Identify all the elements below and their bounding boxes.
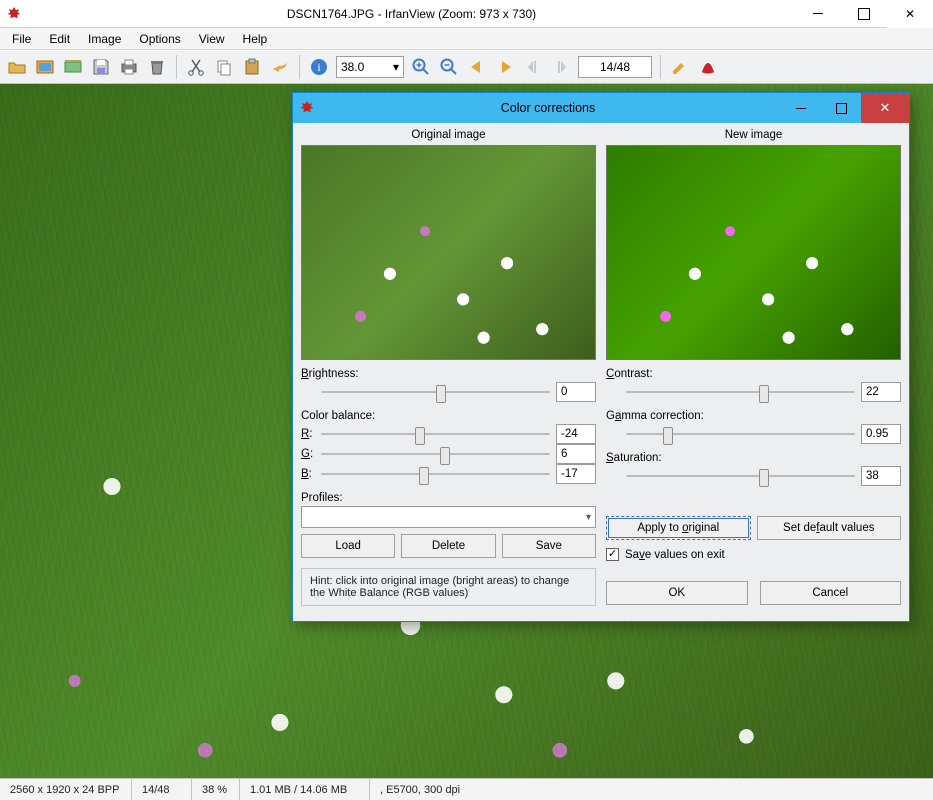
dialog-titlebar[interactable]: Color corrections: [293, 93, 909, 123]
load-button[interactable]: Load: [301, 534, 395, 558]
r-input[interactable]: [556, 424, 596, 444]
window-title: DSCN1764.JPG - IrfanView (Zoom: 973 x 73…: [28, 7, 795, 21]
b-slider[interactable]: [321, 465, 550, 483]
ok-button[interactable]: OK: [606, 581, 748, 605]
defaults-button[interactable]: Set default values: [757, 516, 902, 540]
contrast-label: Contrast:: [606, 368, 901, 380]
original-preview[interactable]: [301, 145, 596, 360]
brightness-slider[interactable]: [321, 383, 550, 401]
dialog-title: Color corrections: [315, 101, 781, 115]
brightness-input[interactable]: [556, 382, 596, 402]
menu-view[interactable]: View: [191, 30, 233, 48]
b-label: B:: [301, 468, 315, 480]
dialog-icon: [299, 100, 315, 116]
open-icon[interactable]: [6, 56, 28, 78]
chevron-down-icon: ▾: [586, 512, 591, 523]
saturation-input[interactable]: [861, 466, 901, 486]
zoom-value: 38.0: [341, 60, 364, 74]
cut-icon[interactable]: [185, 56, 207, 78]
profiles-label: Profiles:: [301, 492, 596, 504]
gamma-label: Gamma correction:: [606, 410, 901, 422]
g-input[interactable]: [556, 444, 596, 464]
chevron-down-icon: ▾: [393, 60, 399, 74]
dialog-minimize-button[interactable]: [781, 93, 821, 123]
save-button[interactable]: Save: [502, 534, 596, 558]
new-header: New image: [606, 127, 901, 145]
g-label: G:: [301, 448, 315, 460]
main-titlebar: DSCN1764.JPG - IrfanView (Zoom: 973 x 73…: [0, 0, 933, 28]
dialog-close-button[interactable]: [861, 93, 909, 123]
status-meta: , E5700, 300 dpi: [370, 779, 933, 800]
statusbar: 2560 x 1920 x 24 BPP 14/48 38 % 1.01 MB …: [0, 778, 933, 800]
delete-button[interactable]: Delete: [401, 534, 495, 558]
menu-image[interactable]: Image: [80, 30, 129, 48]
next-icon[interactable]: [494, 56, 516, 78]
b-input[interactable]: [556, 464, 596, 484]
copy-icon[interactable]: [213, 56, 235, 78]
save-icon[interactable]: [90, 56, 112, 78]
window-close-button[interactable]: [887, 0, 933, 28]
saturation-slider[interactable]: [626, 467, 855, 485]
dialog-maximize-button[interactable]: [821, 93, 861, 123]
irfan-cat-icon[interactable]: [697, 56, 719, 78]
gamma-slider[interactable]: [626, 425, 855, 443]
separator: [660, 55, 661, 79]
menu-help[interactable]: Help: [235, 30, 276, 48]
next-page-icon[interactable]: [550, 56, 572, 78]
menu-edit[interactable]: Edit: [41, 30, 78, 48]
slideshow-icon[interactable]: [62, 56, 84, 78]
delete-icon[interactable]: [146, 56, 168, 78]
g-slider[interactable]: [321, 445, 550, 463]
toolbar: i 38.0 ▾ 14/48: [0, 50, 933, 84]
save-on-exit-checkbox[interactable]: ✓ Save values on exit: [606, 548, 901, 561]
saturation-label: Saturation:: [606, 452, 901, 464]
apply-button[interactable]: Apply to original: [606, 516, 751, 540]
zoom-in-icon[interactable]: [410, 56, 432, 78]
new-preview: [606, 145, 901, 360]
r-label: R:: [301, 428, 315, 440]
info-icon[interactable]: i: [308, 56, 330, 78]
colorbalance-label: Color balance:: [301, 410, 596, 422]
menu-file[interactable]: File: [4, 30, 39, 48]
status-dimensions: 2560 x 1920 x 24 BPP: [0, 779, 132, 800]
gamma-input[interactable]: [861, 424, 901, 444]
brightness-label: Brightness:: [301, 368, 596, 380]
profiles-dropdown[interactable]: ▾: [301, 506, 596, 528]
prev-icon[interactable]: [466, 56, 488, 78]
zoom-out-icon[interactable]: [438, 56, 460, 78]
contrast-input[interactable]: [861, 382, 901, 402]
zoom-combo[interactable]: 38.0 ▾: [336, 56, 404, 78]
undo-icon[interactable]: [269, 56, 291, 78]
hint-text: Hint: click into original image (bright …: [301, 568, 596, 606]
tool-icon[interactable]: [669, 56, 691, 78]
separator: [176, 55, 177, 79]
r-slider[interactable]: [321, 425, 550, 443]
status-index: 14/48: [132, 779, 192, 800]
contrast-slider[interactable]: [626, 383, 855, 401]
color-corrections-dialog: Color corrections Original image Brightn…: [292, 92, 910, 622]
app-icon: [6, 6, 22, 22]
position-counter[interactable]: 14/48: [578, 56, 652, 78]
thumbnails-icon[interactable]: [34, 56, 56, 78]
save-on-exit-label: Save values on exit: [625, 549, 725, 561]
status-zoom: 38 %: [192, 779, 240, 800]
window-minimize-button[interactable]: [795, 0, 841, 28]
paste-icon[interactable]: [241, 56, 263, 78]
menu-options[interactable]: Options: [131, 30, 188, 48]
prev-page-icon[interactable]: [522, 56, 544, 78]
original-header: Original image: [301, 127, 596, 145]
menubar: File Edit Image Options View Help: [0, 28, 933, 50]
checkbox-box: ✓: [606, 548, 619, 561]
cancel-button[interactable]: Cancel: [760, 581, 902, 605]
separator: [299, 55, 300, 79]
window-maximize-button[interactable]: [841, 0, 887, 28]
status-filesize: 1.01 MB / 14.06 MB: [240, 779, 370, 800]
print-icon[interactable]: [118, 56, 140, 78]
